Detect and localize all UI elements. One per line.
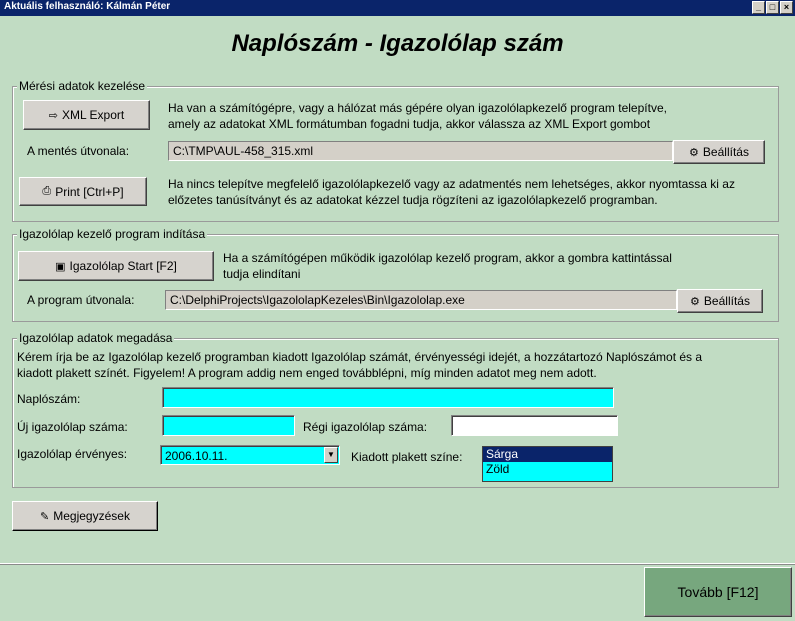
plakett-option-zold[interactable]: Zöld — [483, 462, 612, 477]
export-group: Mérési adatok kezelése ⇨ XML Export Ha v… — [12, 79, 779, 222]
program-path-settings-button[interactable]: ⚙ Beállítás — [677, 289, 763, 313]
ervenyes-date-select[interactable]: 2006.10.11. ▼ — [160, 445, 340, 465]
window-title-bar: Aktuális felhasználó: Kálmán Péter _ □ × — [0, 0, 795, 16]
program-icon: ▣ — [55, 260, 66, 273]
program-path-label: A program útvonala: — [27, 293, 135, 307]
xml-export-description: Ha van a számítógépre, vagy a hálózat má… — [168, 101, 667, 131]
uj-igazololap-label: Új igazolólap száma: — [17, 420, 128, 434]
data-group: Igazolólap adatok megadása Kérem írja be… — [12, 331, 779, 488]
close-icon[interactable]: × — [780, 1, 793, 14]
data-group-legend: Igazolólap adatok megadása — [17, 331, 175, 345]
save-path-settings-button[interactable]: ⚙ Beállítás — [673, 140, 765, 164]
start-group-legend: Igazolólap kezelő program indítása — [17, 227, 208, 241]
export-group-legend: Mérési adatok kezelése — [17, 79, 148, 93]
save-path-label: A mentés útvonala: — [27, 144, 130, 158]
igazololap-start-button[interactable]: ▣ Igazolólap Start [F2] — [18, 251, 214, 281]
next-label: Tovább [F12] — [677, 584, 759, 600]
printer-icon: ⎙ — [42, 185, 52, 197]
print-button[interactable]: ⎙ Print [Ctrl+P] — [19, 177, 147, 206]
regi-igazololap-label: Régi igazolólap száma: — [303, 420, 428, 434]
plakett-color-list[interactable]: Sárga Zöld — [482, 446, 613, 482]
ervenyes-label: Igazolólap érvényes: — [17, 447, 128, 461]
maximize-icon[interactable]: □ — [766, 1, 779, 14]
start-group: Igazolólap kezelő program indítása ▣ Iga… — [12, 227, 779, 322]
page-title: Naplószám - Igazolólap szám — [231, 30, 564, 57]
plakett-option-sarga[interactable]: Sárga — [483, 447, 612, 462]
window-title: Aktuális felhasználó: Kálmán Péter — [4, 1, 171, 12]
start-label: Igazolólap Start [F2] — [69, 259, 177, 273]
regi-igazololap-input[interactable] — [451, 415, 618, 436]
plakett-label: Kiadott plakett színe: — [351, 450, 463, 464]
print-label: Print [Ctrl+P] — [55, 184, 124, 199]
program-path-field[interactable]: C:\DelphiProjects\IgazololapKezeles\Bin\… — [165, 290, 677, 310]
naploszam-label: Naplószám: — [17, 392, 81, 406]
settings-icon: ⚙ — [689, 146, 699, 159]
notes-label: Megjegyzések — [53, 509, 130, 523]
ervenyes-date-value: 2006.10.11. — [165, 449, 228, 463]
xml-export-label: XML Export — [61, 108, 125, 122]
save-path-field[interactable]: C:\TMP\AUL-458_315.xml — [168, 141, 673, 161]
notes-button[interactable]: ✎ Megjegyzések — [12, 501, 158, 531]
chevron-down-icon[interactable]: ▼ — [324, 447, 338, 463]
data-instructions: Kérem írja be az Igazolólap kezelő progr… — [17, 350, 703, 380]
minimize-icon[interactable]: _ — [752, 1, 765, 14]
uj-igazololap-input[interactable] — [162, 415, 295, 436]
notes-icon: ✎ — [40, 510, 50, 523]
settings-icon: ⚙ — [690, 295, 700, 308]
print-description: Ha nincs telepítve megfelelő igazolólapk… — [168, 177, 735, 207]
start-description: Ha a számítógépen működik igazolólap kez… — [223, 251, 672, 281]
xml-export-button[interactable]: ⇨ XML Export — [23, 100, 150, 130]
naploszam-input[interactable] — [162, 387, 614, 408]
export-icon: ⇨ — [48, 109, 58, 122]
next-button[interactable]: Tovább [F12] — [644, 567, 792, 617]
